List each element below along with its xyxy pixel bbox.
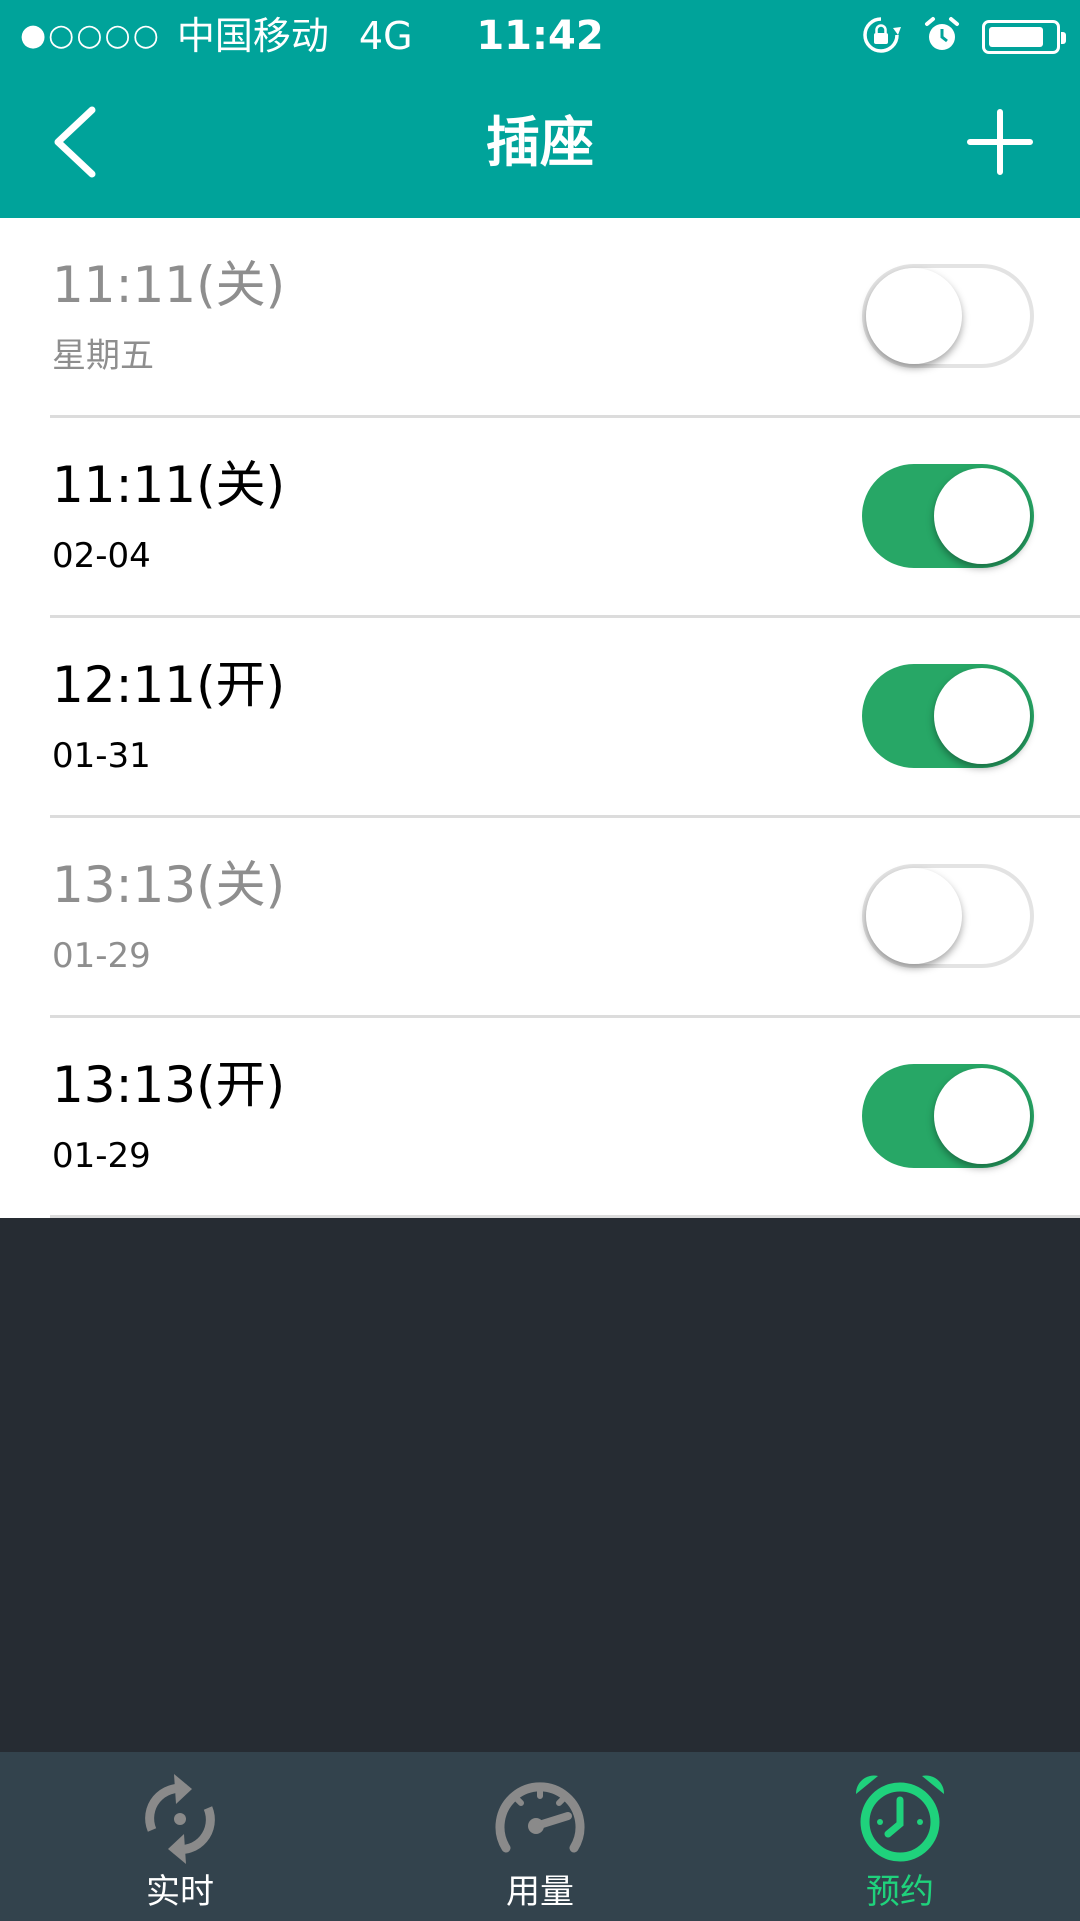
- page-title: 插座: [486, 111, 594, 174]
- schedule-row[interactable]: 13:13(关) 01-29: [50, 818, 1080, 1018]
- schedule-time: 13:13(开): [52, 1056, 286, 1114]
- battery-level: [989, 27, 1044, 47]
- tab-usage[interactable]: 用量: [360, 1752, 720, 1921]
- nav-bar: 插座: [0, 72, 1080, 218]
- schedule-toggle[interactable]: [862, 264, 1034, 368]
- schedule-row[interactable]: 11:11(关) 02-04: [50, 418, 1080, 618]
- schedule-row[interactable]: 11:11(关) 星期五: [50, 218, 1080, 418]
- schedule-time: 11:11(关): [52, 256, 286, 314]
- plus-icon: [967, 109, 1033, 175]
- schedule-toggle[interactable]: [862, 664, 1034, 768]
- toggle-knob: [934, 468, 1030, 564]
- toggle-knob: [934, 1068, 1030, 1164]
- schedule-time: 11:11(关): [52, 456, 286, 514]
- schedule-toggle[interactable]: [862, 1064, 1034, 1168]
- schedule-row[interactable]: 13:13(开) 01-29: [50, 1018, 1080, 1218]
- schedule-date: 01-29: [52, 936, 151, 976]
- schedule-toggle[interactable]: [862, 864, 1034, 968]
- toggle-knob: [866, 868, 962, 964]
- tab-label: 实时: [146, 1872, 214, 1912]
- status-bar: ●○○○○ 中国移动 4G 11:42: [0, 0, 1080, 72]
- toggle-knob: [934, 668, 1030, 764]
- tab-label: 预约: [866, 1872, 934, 1912]
- schedule-time: 13:13(关): [52, 856, 286, 914]
- schedule-date: 星期五: [52, 336, 154, 376]
- schedule-date: 02-04: [52, 536, 151, 576]
- alarm-status-icon: [922, 15, 962, 59]
- refresh-cycle-icon: [145, 1774, 215, 1864]
- schedule-toggle[interactable]: [862, 464, 1034, 568]
- tab-realtime[interactable]: 实时: [0, 1752, 360, 1921]
- status-right: [860, 14, 1066, 60]
- tab-bar: 实时 用量 预约: [0, 1752, 1080, 1921]
- battery-icon: [982, 20, 1066, 54]
- speedometer-icon: [495, 1782, 585, 1853]
- schedule-list: 11:11(关) 星期五 11:11(关) 02-04 12:11(开) 01-…: [0, 218, 1080, 1218]
- add-schedule-button[interactable]: [960, 102, 1040, 182]
- schedule-time: 12:11(开): [52, 656, 286, 714]
- schedule-date: 01-29: [52, 1136, 151, 1176]
- toggle-knob: [866, 268, 962, 364]
- orientation-lock-icon: [860, 14, 902, 60]
- schedule-row[interactable]: 12:11(开) 01-31: [50, 618, 1080, 818]
- tab-label: 用量: [506, 1872, 574, 1912]
- schedule-date: 01-31: [52, 736, 151, 776]
- tab-schedule[interactable]: 预约: [720, 1752, 1080, 1921]
- alarm-clock-icon: [855, 1775, 945, 1862]
